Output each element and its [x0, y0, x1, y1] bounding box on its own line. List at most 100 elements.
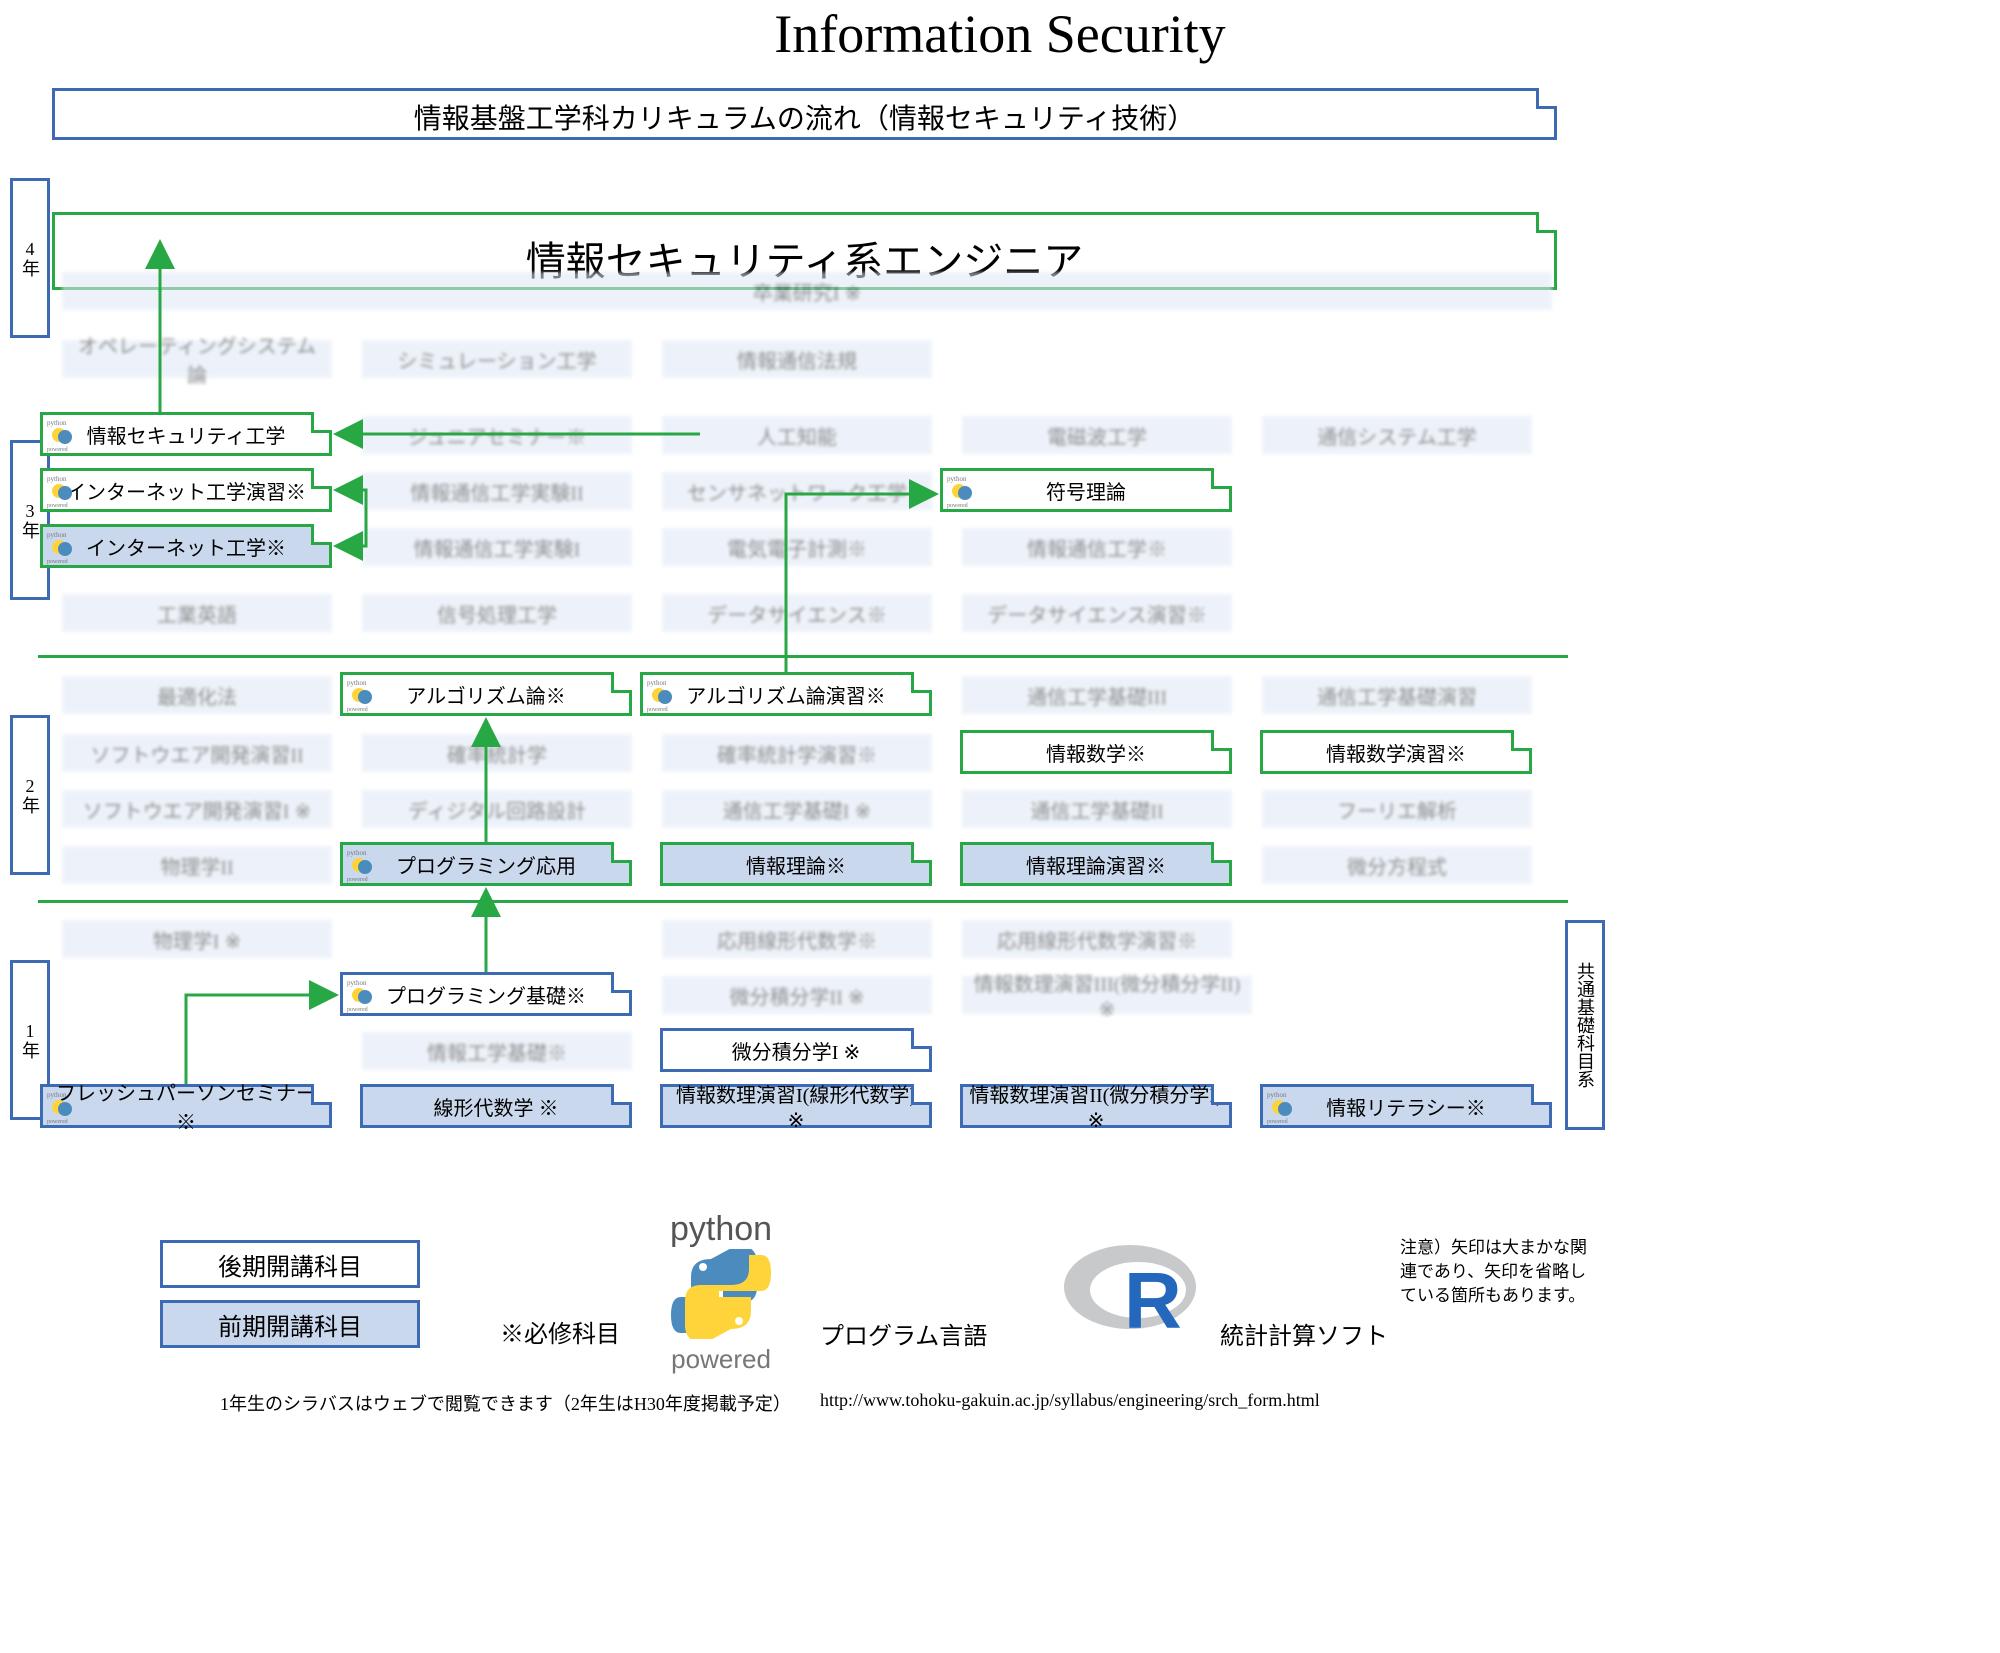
python-icon: python powered	[345, 847, 381, 883]
page-title: Information Security	[0, 3, 2000, 65]
info-security-eng-label: 情報セキュリティ工学	[87, 420, 286, 449]
comsys-box: 通信システム工学	[1262, 416, 1532, 454]
subtitle-text: 情報基盤工学科カリキュラムの流れ（情報セキュリティ技術）	[414, 104, 1195, 135]
common-subjects-tab: 共通基礎科目系	[1565, 920, 1605, 1130]
os-box: オペレーティングシステム論	[62, 340, 332, 378]
math-practice-1: 情報数理演習I(線形代数学) ※	[660, 1084, 932, 1128]
algorithm-practice-label: アルゴリズム論演習※	[686, 680, 885, 709]
infolaw-box: 情報通信法規	[662, 340, 932, 378]
legend-early: 前期開講科目	[160, 1300, 420, 1348]
info-theory-practice: 情報理論演習※	[960, 842, 1232, 886]
svg-text:powered: powered	[47, 503, 68, 509]
python-icon: python powered	[45, 473, 81, 509]
algorithm: アルゴリズム論※ python powered	[340, 672, 632, 716]
sw1-box: ソフトウエア開発演習I ※	[62, 790, 332, 828]
programming-advanced: プログラミング応用 python powered	[340, 842, 632, 886]
year-4-tab: 4年	[10, 178, 50, 338]
code-theory: 符号理論 python powered	[940, 468, 1232, 512]
r-logo: R	[1060, 1232, 1210, 1347]
infoeng-box: 情報工学基礎※	[362, 1032, 632, 1070]
legend-late: 後期開講科目	[160, 1240, 420, 1288]
programming-advanced-label: プログラミング応用	[396, 850, 576, 879]
ieng-box: 工業英語	[62, 594, 332, 632]
sensor-box: センサネットワーク工学	[662, 472, 932, 510]
sigproc-box: 信号処理工学	[362, 594, 632, 632]
svg-text:python: python	[347, 979, 367, 987]
programming-basics-label: プログラミング基礎※	[386, 980, 586, 1009]
python-icon: pythonpowered	[345, 977, 381, 1013]
junior-seminar: ジュニアセミナー※	[362, 416, 632, 454]
python-icon: python powered	[345, 677, 381, 713]
infoexp1-box: 情報通信工学実験I	[362, 528, 632, 566]
linear-algebra: 線形代数学 ※	[360, 1084, 632, 1128]
svg-text:powered: powered	[1267, 1119, 1288, 1125]
elec-box: 電気電子計測※	[662, 528, 932, 566]
infocom-box: 情報通信工学※	[962, 528, 1232, 566]
svg-text:python: python	[1267, 1091, 1287, 1099]
infoexp2-box: 情報通信工学実験II	[362, 472, 632, 510]
python-icon: pythonpowered	[45, 529, 81, 565]
svg-text:python: python	[947, 475, 967, 483]
info-math: 情報数学※	[960, 730, 1232, 774]
linadv-box: 応用線形代数学※	[662, 920, 932, 958]
legend-proglang: プログラム言語	[820, 1316, 987, 1351]
digi-box: ディジタル回路設計	[362, 790, 632, 828]
svg-text:powered: powered	[647, 707, 668, 713]
python-logo: python powered	[670, 1210, 772, 1375]
prob-box: 確率統計学	[362, 734, 632, 772]
internet-eng: インターネット工学※ pythonpowered	[40, 524, 332, 568]
footer-syllabus: 1年生のシラバスはウェブで閲覧できます（2年生はH30年度掲載予定）	[220, 1390, 791, 1416]
com2-box: 通信工学基礎II	[962, 790, 1232, 828]
svg-text:python: python	[347, 679, 367, 687]
svg-text:python: python	[47, 1091, 67, 1099]
grad-research: 卒業研究I ※	[62, 272, 1552, 310]
divider-y3-y2	[38, 655, 1568, 658]
year-2-tab: 2年	[10, 715, 50, 875]
svg-text:powered: powered	[347, 707, 368, 713]
calc2-box: 微分積分学II ※	[662, 976, 932, 1014]
com1-box: 通信工学基礎I ※	[662, 790, 932, 828]
divider-y2-y1	[38, 900, 1568, 903]
math-practice-2: 情報数理演習II(微分積分学I) ※	[960, 1084, 1232, 1128]
info-literacy-label: 情報リテラシー※	[1326, 1092, 1486, 1121]
ai-box: 人工知能	[662, 416, 932, 454]
freshperson-seminar: フレッシュパーソンセミナー ※ pythonpowered	[40, 1084, 332, 1128]
calculus-1: 微分積分学I ※	[660, 1028, 932, 1072]
svg-text:powered: powered	[47, 447, 68, 453]
python-icon: python powered	[45, 417, 81, 453]
subtitle-band: 情報基盤工学科カリキュラムの流れ（情報セキュリティ技術）	[52, 88, 1557, 140]
year-3-tab: 3年	[10, 440, 50, 600]
svg-text:python: python	[647, 679, 667, 687]
legend-required: ※必修科目	[500, 1314, 620, 1349]
diffeq-box: 微分方程式	[1262, 846, 1532, 884]
fourier-box: フーリエ解析	[1262, 790, 1532, 828]
svg-text:powered: powered	[47, 559, 68, 565]
probpr-box: 確率統計学演習※	[662, 734, 932, 772]
internet-practice: インターネット工学演習※ python powered	[40, 468, 332, 512]
internet-practice-label: インターネット工学演習※	[66, 476, 306, 505]
code-theory-label: 符号理論	[1046, 476, 1126, 505]
svg-text:powered: powered	[347, 877, 368, 883]
linadvpr-box: 応用線形代数学演習※	[962, 920, 1232, 958]
svg-text:powered: powered	[47, 1119, 68, 1125]
legend-stats: 統計計算ソフト	[1220, 1316, 1388, 1351]
programming-basics: プログラミング基礎※ pythonpowered	[340, 972, 632, 1016]
svg-text:powered: powered	[947, 503, 968, 509]
note-text: 注意）矢印は大まかな関連であり、矢印を省略している箇所もあります。	[1400, 1236, 1600, 1307]
python-icon: python powered	[1265, 1089, 1301, 1125]
com3-box: 通信工学基礎III	[962, 676, 1232, 714]
algorithm-practice: アルゴリズム論演習※ python powered	[640, 672, 932, 716]
internet-eng-label: インターネット工学※	[86, 532, 286, 561]
svg-text:R: R	[1124, 1256, 1182, 1342]
info-literacy: 情報リテラシー※ python powered	[1260, 1084, 1552, 1128]
ds-box: データサイエンス※	[662, 594, 932, 632]
sw2-box: ソフトウエア開発演習II	[62, 734, 332, 772]
svg-text:python: python	[47, 475, 67, 483]
svg-text:python: python	[347, 849, 367, 857]
phys2-box: 物理学II	[62, 846, 332, 884]
algorithm-label: アルゴリズム論※	[406, 680, 565, 709]
svg-text:python: python	[47, 419, 67, 427]
em-box: 電磁波工学	[962, 416, 1232, 454]
phys1-box: 物理学I ※	[62, 920, 332, 958]
python-icon: python powered	[645, 677, 681, 713]
